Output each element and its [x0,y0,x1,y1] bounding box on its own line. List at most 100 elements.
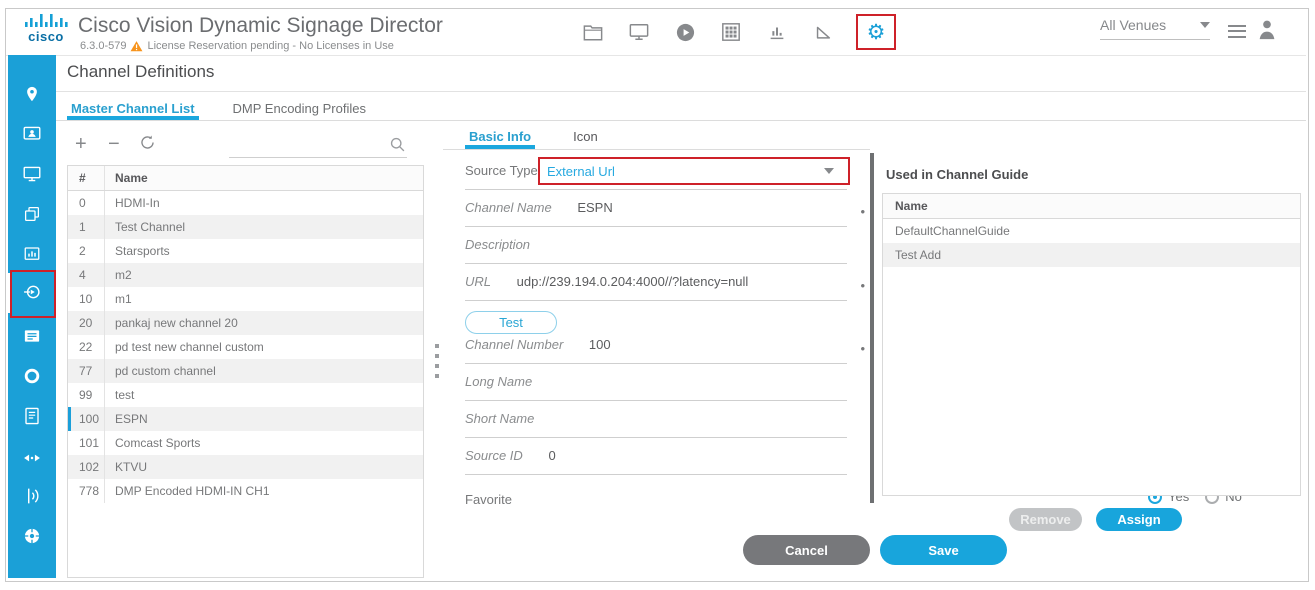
display-icon[interactable] [626,19,652,45]
sidebar-item-system[interactable] [21,525,43,547]
table-row[interactable]: 77pd custom channel [68,359,423,383]
title-divider [56,91,1306,92]
col-header-num: # [68,166,105,190]
sidebar-item-broadcast[interactable] [21,485,43,507]
tab-icon[interactable]: Icon [569,126,602,149]
guide-table: Name DefaultChannelGuide Test Add [882,193,1301,496]
save-button[interactable]: Save [880,535,1007,565]
table-row[interactable]: 1Test Channel [68,215,423,239]
required-marker: • [860,341,865,356]
table-row[interactable]: 99test [68,383,423,407]
app-subtitle: 6.3.0-579 License Reservation pending - … [80,40,394,52]
vertical-splitter[interactable] [870,153,874,503]
url-label: URL [465,274,491,289]
short-name-label: Short Name [465,411,534,426]
guide-table-header: Name [883,194,1300,219]
channel-table-body: 0HDMI-In 1Test Channel 2Starsports 4m2 1… [68,191,423,503]
sidebar-item-location[interactable] [21,83,43,105]
app-window: cisco Cisco Vision Dynamic Signage Direc… [0,0,1315,590]
assign-button[interactable]: Assign [1096,508,1182,531]
sidebar-item-media[interactable] [21,243,43,265]
sidebar-item-displays[interactable] [21,163,43,185]
test-button[interactable]: Test [465,311,557,334]
schedule-icon[interactable] [718,19,744,45]
table-row[interactable]: 102KTVU [68,455,423,479]
reports-triangle-icon[interactable] [810,19,836,45]
top-bar: cisco Cisco Vision Dynamic Signage Direc… [6,9,1306,55]
table-row[interactable]: 4m2 [68,263,423,287]
favorite-field: Favorite Yes No [465,492,847,512]
gear-glyph: ⚙ [867,22,886,43]
required-marker: • [860,278,865,293]
source-id-field[interactable]: Source ID 0 [465,448,847,475]
table-row[interactable]: 101Comcast Sports [68,431,423,455]
source-type-dropdown[interactable]: External Url [538,157,850,185]
form-tabs: Basic Info Icon [443,126,870,150]
tab-dmp-encoding-profiles[interactable]: DMP Encoding Profiles [229,98,370,120]
play-icon[interactable] [672,19,698,45]
menu-icon[interactable] [1228,21,1246,41]
source-id-value: 0 [548,448,555,463]
remove-channel-button[interactable]: − [108,133,120,155]
short-name-field[interactable]: Short Name [465,411,847,438]
app-title: Cisco Vision Dynamic Signage Director [78,14,443,38]
channel-name-field[interactable]: Channel Name ESPN • [465,200,847,227]
refresh-icon[interactable] [139,134,156,156]
sidebar-item-content[interactable] [21,203,43,225]
cancel-button[interactable]: Cancel [743,535,870,565]
license-warning-text: License Reservation pending - No License… [147,40,393,52]
channel-number-value: 100 [589,337,611,352]
version-label: 6.3.0-579 [80,40,126,52]
channel-name-label: Channel Name [465,200,552,215]
table-row-selected[interactable]: 100ESPN [68,407,423,431]
venue-selector[interactable]: All Venues [1100,17,1210,40]
table-row[interactable]: 0HDMI-In [68,191,423,215]
user-icon[interactable] [1256,17,1278,46]
sidebar-item-scripts[interactable] [21,405,43,427]
header-divider [6,55,1306,56]
long-name-label: Long Name [465,374,532,389]
url-value: udp://239.194.0.204:4000//?latency=null [517,274,749,289]
table-row[interactable]: 10m1 [68,287,423,311]
source-type-value: External Url [547,164,615,179]
long-name-field[interactable]: Long Name [465,374,847,401]
sidebar-item-workstations[interactable] [21,123,43,145]
col-header-name: Name [105,166,423,190]
search-icon[interactable] [389,136,406,158]
table-row[interactable]: 2Starsports [68,239,423,263]
top-toolbar: ⚙ [580,13,896,51]
url-field[interactable]: URL udp://239.194.0.204:4000//?latency=n… [465,274,847,301]
table-row[interactable]: 20pankaj new channel 20 [68,311,423,335]
sidebar-item-sync[interactable] [21,365,43,387]
search-input[interactable] [229,157,407,158]
remove-button[interactable]: Remove [1009,508,1082,531]
channel-number-label: Channel Number [465,337,563,352]
table-row[interactable]: 22pd test new channel custom [68,335,423,359]
description-field[interactable]: Description [465,237,847,264]
channel-table: # Name 0HDMI-In 1Test Channel 2Starsport… [67,165,424,578]
warning-icon [130,40,143,52]
favorite-label: Favorite [465,492,512,507]
settings-gear-icon[interactable]: ⚙ [856,14,896,50]
panel-drag-handle[interactable] [433,344,441,378]
cisco-logo-text: cisco [20,32,72,42]
required-marker: • [860,204,865,219]
add-channel-button[interactable]: + [75,133,87,155]
table-row[interactable]: 778DMP Encoded HDMI-IN CH1 [68,479,423,503]
library-icon[interactable] [580,19,606,45]
sidebar-item-transfer[interactable] [21,447,43,469]
chevron-down-icon [824,168,834,174]
page-tabs: Master Channel List DMP Encoding Profile… [56,98,1306,121]
analytics-icon[interactable] [764,19,790,45]
list-toolbar: + − [67,133,424,161]
tab-master-channel-list[interactable]: Master Channel List [67,98,199,120]
channel-number-field[interactable]: Channel Number 100 • [465,337,847,364]
chevron-down-icon [1200,22,1210,28]
tab-basic-info[interactable]: Basic Info [465,126,535,149]
sidebar-item-playlists[interactable] [21,325,43,347]
guide-table-body: DefaultChannelGuide Test Add [883,219,1300,267]
list-item[interactable]: DefaultChannelGuide [883,219,1300,243]
source-type-field: Source Type External Url [465,163,847,190]
list-item[interactable]: Test Add [883,243,1300,267]
venue-selector-value: All Venues [1100,17,1166,33]
